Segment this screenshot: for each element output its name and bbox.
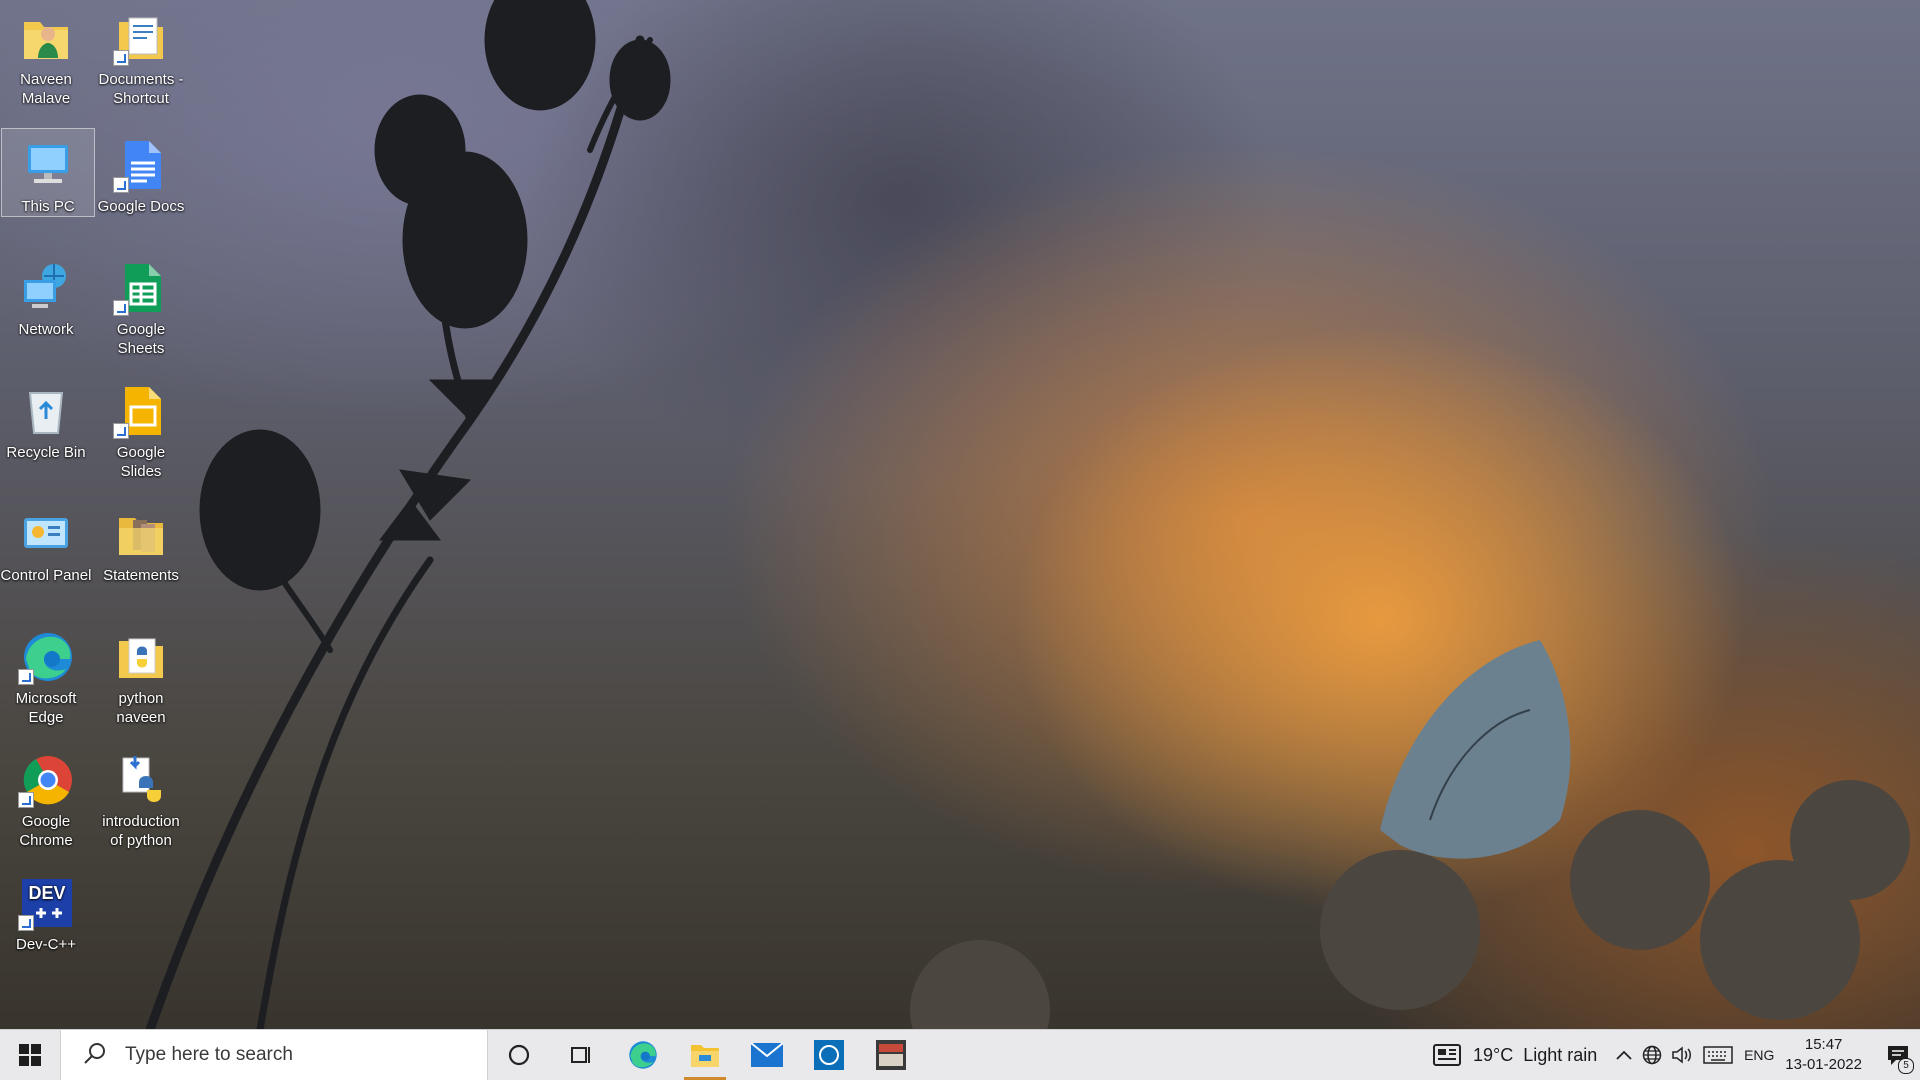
desktop-icon-network[interactable]: Network	[0, 252, 92, 339]
speaker-icon	[1672, 1046, 1692, 1064]
shortcut-arrow-icon	[113, 50, 129, 66]
desktop-icon-introduction-of-python[interactable]: introduction of python	[95, 744, 187, 850]
icon-label: Control Panel	[0, 567, 92, 584]
language-label: ENG	[1744, 1047, 1775, 1063]
chrome-icon	[18, 752, 74, 808]
search-icon	[83, 1041, 113, 1070]
shortcut-arrow-icon	[18, 915, 34, 931]
desktop-icon-naveen-malave[interactable]: Naveen Malave	[0, 2, 92, 108]
taskbar-file-explorer[interactable]	[674, 1030, 736, 1080]
weather-icon	[1432, 1044, 1461, 1066]
search-box[interactable]: Type here to search	[60, 1030, 488, 1080]
svg-text:DEV: DEV	[28, 883, 65, 903]
weather-widget[interactable]: 19°C Light rain	[1432, 1030, 1598, 1080]
action-center-button[interactable]: 5	[1876, 1030, 1920, 1080]
windows-logo-icon	[19, 1044, 41, 1066]
shortcut-arrow-icon	[113, 300, 129, 316]
desktop-icon-recycle-bin[interactable]: Recycle Bin	[0, 375, 92, 462]
mail-icon	[751, 1043, 783, 1067]
taskbar-app[interactable]	[860, 1030, 922, 1080]
desktop-icon-documents-shortcut[interactable]: Documents - Shortcut	[95, 2, 187, 108]
folder-icon	[113, 506, 169, 562]
icon-label: Microsoft Edge	[15, 690, 77, 726]
icon-label: Google Sheets	[116, 321, 166, 357]
system-tray: 19°C Light rain ENG 15:47 13-01-2022 5	[1432, 1030, 1920, 1080]
network-tray-button[interactable]	[1637, 1030, 1667, 1080]
icon-label: Google Chrome	[19, 813, 73, 849]
icon-label: introduction of python	[102, 813, 180, 849]
input-language-button[interactable]: ENG	[1739, 1030, 1779, 1080]
icon-label: Recycle Bin	[6, 444, 86, 461]
cortana-icon	[508, 1044, 530, 1066]
google-slides-icon	[113, 383, 169, 439]
wallpaper	[145, 0, 1910, 1030]
google-sheets-icon	[113, 260, 169, 316]
icon-label: Statements	[103, 567, 179, 584]
network-icon	[18, 260, 74, 316]
cortana-button[interactable]	[488, 1030, 550, 1080]
notification-count-badge: 5	[1898, 1058, 1914, 1074]
edge-icon	[629, 1041, 657, 1069]
taskbar-dell[interactable]	[798, 1030, 860, 1080]
desktop-icon-python-naveen[interactable]: python naveen	[95, 621, 187, 727]
icon-label: Network	[18, 321, 74, 338]
user-folder-icon	[18, 10, 74, 66]
desktop-icon-statements[interactable]: Statements	[95, 498, 187, 585]
edge-icon	[18, 629, 74, 685]
taskbar: Type here to search 19°C Light rain ENG …	[0, 1029, 1920, 1080]
desktop-icon-google-sheets[interactable]: Google Sheets	[95, 252, 187, 358]
shortcut-arrow-icon	[18, 669, 34, 685]
desktop-icon-control-panel[interactable]: Control Panel	[0, 498, 92, 585]
search-placeholder: Type here to search	[125, 1044, 293, 1065]
keyboard-icon	[1703, 1046, 1734, 1064]
icon-label: Google Docs	[97, 198, 185, 215]
desktop-icon-microsoft-edge[interactable]: Microsoft Edge	[0, 621, 92, 727]
python-folder-icon	[113, 629, 169, 685]
chevron-up-icon	[1616, 1050, 1632, 1060]
icon-label: Dev-C++	[15, 936, 77, 953]
shortcut-arrow-icon	[113, 423, 129, 439]
task-view-icon	[571, 1047, 590, 1063]
weather-condition: Light rain	[1523, 1044, 1598, 1065]
clock-time: 15:47	[1804, 1036, 1843, 1053]
icon-label: Google Slides	[116, 444, 166, 480]
desktop-icon-google-docs[interactable]: Google Docs	[95, 129, 187, 216]
desktop: Naveen Malave This PC Network Recycle Bi…	[0, 0, 1920, 1030]
file-explorer-icon	[691, 1045, 719, 1067]
weather-temp: 19°C	[1472, 1044, 1514, 1065]
devcpp-icon: DEV	[18, 875, 74, 931]
start-button[interactable]	[0, 1030, 60, 1080]
icon-label: Naveen Malave	[20, 71, 72, 107]
desktop-icon-this-pc[interactable]: This PC	[1, 128, 95, 217]
this-pc-icon	[20, 137, 76, 193]
dell-icon	[814, 1040, 844, 1070]
desktop-icon-google-slides[interactable]: Google Slides	[95, 375, 187, 481]
icon-label: python naveen	[116, 690, 166, 726]
control-panel-icon	[18, 506, 74, 562]
google-docs-icon	[113, 137, 169, 193]
desktop-icon-dev-cpp[interactable]: DEV Dev-C++	[0, 867, 92, 954]
desktop-icon-google-chrome[interactable]: Google Chrome	[0, 744, 92, 850]
volume-button[interactable]	[1667, 1030, 1697, 1080]
recycle-bin-icon	[18, 383, 74, 439]
icon-label: This PC	[21, 198, 75, 215]
shortcut-arrow-icon	[113, 177, 129, 193]
taskbar-mail[interactable]	[736, 1030, 798, 1080]
shortcut-arrow-icon	[18, 792, 34, 808]
show-hidden-icons-button[interactable]	[1611, 1030, 1637, 1080]
clock-date: 13-01-2022	[1785, 1056, 1862, 1073]
touch-keyboard-button[interactable]	[1697, 1030, 1739, 1080]
app-icon	[876, 1040, 906, 1070]
globe-icon	[1643, 1045, 1662, 1065]
python-file-icon	[113, 752, 169, 808]
clock[interactable]: 15:47 13-01-2022	[1785, 1035, 1862, 1075]
documents-shortcut-icon	[113, 10, 169, 66]
task-view-button[interactable]	[550, 1030, 612, 1080]
icon-label: Documents - Shortcut	[98, 71, 184, 107]
taskbar-edge[interactable]	[612, 1030, 674, 1080]
